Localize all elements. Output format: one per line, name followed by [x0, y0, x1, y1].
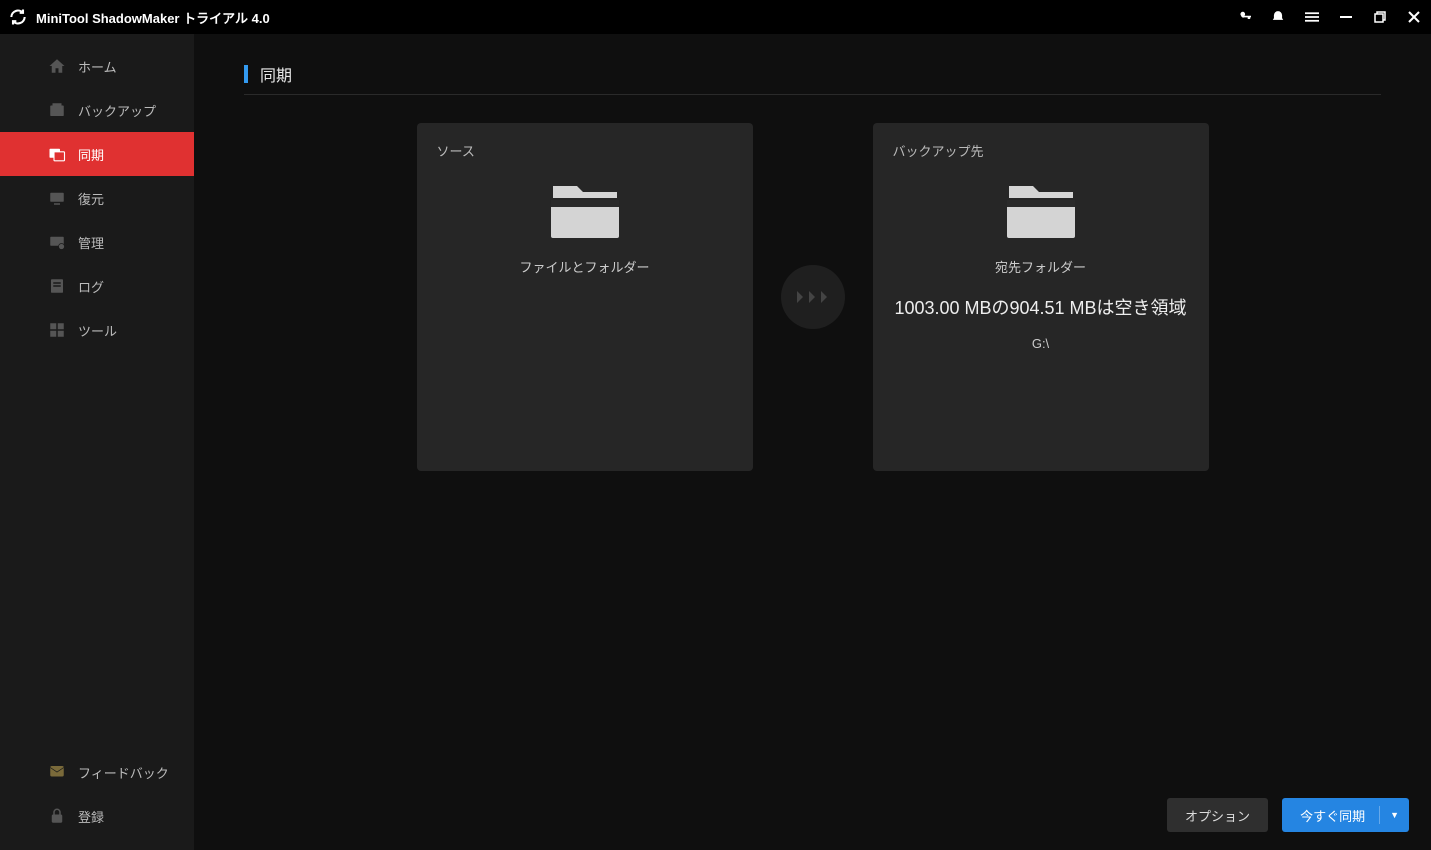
destination-caption: 宛先フォルダー	[893, 257, 1189, 276]
source-card[interactable]: ソース ファイルとフォルダー	[417, 123, 753, 471]
content-area: 同期 ソース ファイルとフォルダー	[194, 34, 1431, 850]
key-icon[interactable]	[1235, 8, 1253, 26]
direction-arrow-icon	[781, 265, 845, 329]
sidebar-item-label: 同期	[78, 145, 104, 164]
source-caption: ファイルとフォルダー	[437, 257, 733, 276]
destination-label: バックアップ先	[893, 141, 1189, 160]
sync-now-button[interactable]: 今すぐ同期 ▼	[1282, 798, 1409, 832]
source-label: ソース	[437, 141, 733, 160]
sync-now-label: 今すぐ同期	[1300, 806, 1365, 825]
sidebar-item-label: ホーム	[78, 57, 117, 76]
chevron-down-icon[interactable]: ▼	[1390, 810, 1399, 820]
sidebar-item-label: 登録	[78, 807, 104, 826]
sidebar-item-restore[interactable]: 復元	[0, 176, 194, 220]
notification-icon[interactable]	[1269, 8, 1287, 26]
tools-icon	[48, 321, 66, 339]
options-label: オプション	[1185, 806, 1250, 825]
menu-icon[interactable]	[1303, 8, 1321, 26]
home-icon	[48, 57, 66, 75]
folder-icon	[549, 178, 621, 245]
sidebar-item-register[interactable]: 登録	[0, 794, 194, 838]
sidebar-item-sync[interactable]: 同期	[0, 132, 194, 176]
titlebar: MiniTool ShadowMaker トライアル 4.0	[0, 0, 1431, 34]
sidebar-item-label: バックアップ	[78, 101, 156, 120]
sidebar-item-home[interactable]: ホーム	[0, 44, 194, 88]
page-header: 同期	[244, 34, 1381, 95]
minimize-button[interactable]	[1337, 8, 1355, 26]
destination-path: G:\	[893, 336, 1189, 351]
sidebar-item-label: 管理	[78, 233, 104, 252]
sidebar-item-tools[interactable]: ツール	[0, 308, 194, 352]
sidebar-item-label: フィードバック	[78, 763, 169, 782]
sidebar-item-logs[interactable]: ログ	[0, 264, 194, 308]
close-button[interactable]	[1405, 8, 1423, 26]
options-button[interactable]: オプション	[1167, 798, 1268, 832]
sidebar-item-feedback[interactable]: フィードバック	[0, 750, 194, 794]
destination-card[interactable]: バックアップ先 宛先フォルダー 1003.00 MBの904.51 MBは空き領…	[873, 123, 1209, 471]
sidebar-item-manage[interactable]: 管理	[0, 220, 194, 264]
button-divider	[1379, 806, 1380, 824]
folder-icon	[1005, 178, 1077, 245]
sidebar-item-label: 復元	[78, 189, 104, 208]
feedback-icon	[48, 763, 66, 781]
app-title: MiniTool ShadowMaker トライアル 4.0	[36, 8, 1235, 27]
lock-icon	[48, 807, 66, 825]
sidebar-item-backup[interactable]: バックアップ	[0, 88, 194, 132]
destination-storage-info: 1003.00 MBの904.51 MBは空き領域	[893, 294, 1189, 320]
sidebar: ホーム バックアップ 同期 復元	[0, 34, 194, 850]
restore-icon	[48, 189, 66, 207]
sync-icon	[48, 145, 66, 163]
sidebar-item-label: ツール	[78, 321, 117, 340]
log-icon	[48, 277, 66, 295]
maximize-button[interactable]	[1371, 8, 1389, 26]
page-title: 同期	[260, 62, 292, 86]
header-accent-bar	[244, 65, 248, 83]
titlebar-controls	[1235, 8, 1423, 26]
backup-icon	[48, 101, 66, 119]
sidebar-item-label: ログ	[78, 277, 104, 296]
manage-icon	[48, 233, 66, 251]
app-logo-icon	[8, 7, 28, 27]
